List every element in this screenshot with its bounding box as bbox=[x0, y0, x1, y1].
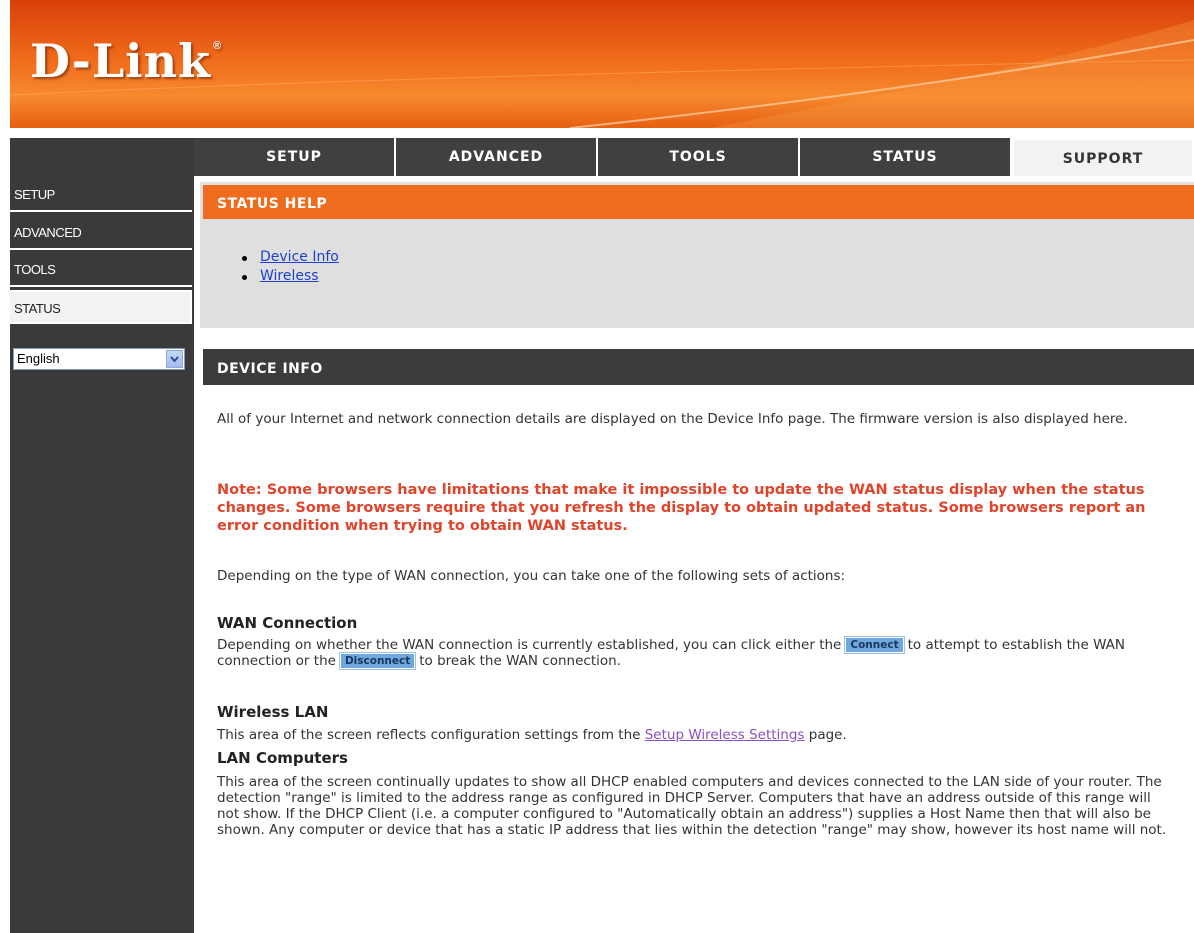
device-info-link[interactable]: Device Info bbox=[260, 249, 339, 265]
status-help-title: STATUS HELP bbox=[203, 185, 1194, 219]
tab-support[interactable]: SUPPORT bbox=[1012, 138, 1194, 176]
wireless-lan-text: This area of the screen reflects configu… bbox=[217, 727, 1177, 743]
list-item: Device Info bbox=[240, 248, 339, 267]
tab-advanced[interactable]: ADVANCED bbox=[396, 138, 598, 176]
nav-spacer bbox=[10, 138, 196, 176]
wan-status-note: Note: Some browsers have limitations tha… bbox=[217, 482, 1146, 534]
language-select[interactable]: English bbox=[13, 348, 185, 370]
router-help-page: D-Link ® SETUP ADVANCED TOOLS STATUS SUPP… bbox=[10, 0, 1194, 933]
help-link-list: Device Info Wireless bbox=[240, 248, 339, 286]
lan-computers-heading: LAN Computers bbox=[217, 749, 348, 767]
top-nav: SETUP ADVANCED TOOLS STATUS SUPPORT bbox=[10, 138, 1194, 178]
wireless-text-before: This area of the screen reflects configu… bbox=[217, 727, 641, 743]
connect-button[interactable]: Connect bbox=[844, 636, 905, 654]
wireless-lan-heading: Wireless LAN bbox=[217, 703, 329, 721]
sidebar-item-status[interactable]: STATUS bbox=[10, 290, 192, 324]
tab-status[interactable]: STATUS bbox=[800, 138, 1012, 176]
device-info-panel: DEVICE INFO All of your Internet and net… bbox=[200, 346, 1194, 933]
sidebar: SETUP ADVANCED TOOLS STATUS English bbox=[10, 176, 194, 933]
wan-connection-text: Depending on whether the WAN connection … bbox=[217, 636, 1177, 670]
chevron-down-icon[interactable] bbox=[166, 350, 183, 368]
device-info-title: DEVICE INFO bbox=[203, 349, 1194, 385]
actions-intro: Depending on the type of WAN connection,… bbox=[217, 568, 846, 584]
status-help-panel: STATUS HELP Device Info Wireless bbox=[200, 182, 1194, 328]
sidebar-item-advanced[interactable]: ADVANCED bbox=[10, 216, 192, 250]
setup-wireless-settings-link[interactable]: Setup Wireless Settings bbox=[645, 727, 805, 743]
wan-connection-heading: WAN Connection bbox=[217, 614, 358, 632]
language-selected-value: English bbox=[17, 351, 60, 366]
disconnect-button[interactable]: Disconnect bbox=[338, 652, 417, 670]
logo-text: D-Link bbox=[30, 34, 211, 88]
wireless-text-after: page. bbox=[808, 727, 847, 743]
header-banner: D-Link ® bbox=[10, 0, 1194, 128]
dlink-logo[interactable]: D-Link ® bbox=[30, 34, 222, 88]
tab-setup[interactable]: SETUP bbox=[194, 138, 396, 176]
sidebar-item-setup[interactable]: SETUP bbox=[10, 178, 192, 212]
device-info-intro: All of your Internet and network connect… bbox=[217, 411, 1128, 427]
main-content: STATUS HELP Device Info Wireless DEVICE … bbox=[200, 182, 1194, 933]
tab-tools[interactable]: TOOLS bbox=[598, 138, 800, 176]
registered-mark: ® bbox=[212, 40, 223, 52]
lan-computers-text: This area of the screen continually upda… bbox=[217, 774, 1167, 838]
wan-text-3: to break the WAN connection. bbox=[419, 653, 621, 669]
header-separator bbox=[10, 128, 1194, 138]
sidebar-item-tools[interactable]: TOOLS bbox=[10, 253, 192, 287]
wireless-link[interactable]: Wireless bbox=[260, 268, 319, 284]
wan-text-1: Depending on whether the WAN connection … bbox=[217, 637, 842, 653]
list-item: Wireless bbox=[240, 267, 339, 286]
